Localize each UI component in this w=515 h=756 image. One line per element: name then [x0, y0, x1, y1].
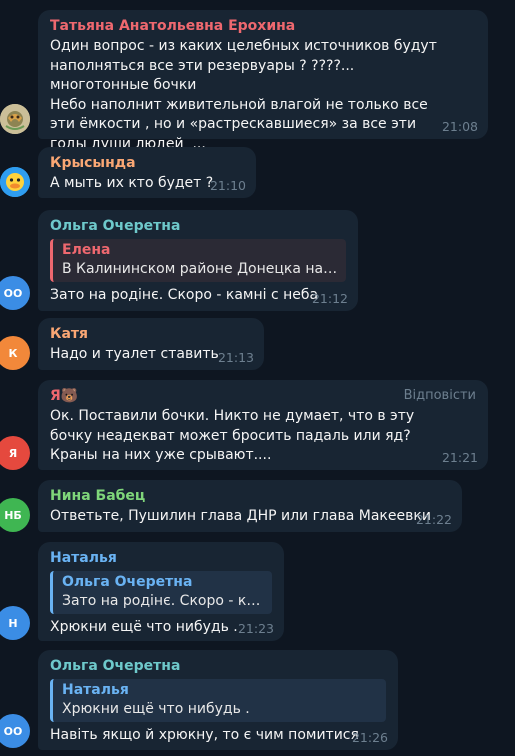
avatar[interactable]: ОО [0, 714, 30, 748]
reply-quote[interactable]: Елена В Калининском районе Донецка на ул… [50, 239, 346, 282]
avatar-photo-icon [0, 104, 30, 134]
message-text: Навіть якщо й хрюкну, то є чим помитися [50, 727, 359, 743]
message-text: Ответьте, Пушилин глава ДНР или глава Ма… [50, 508, 431, 524]
message-bubble[interactable]: Нина Бабец Ответьте, Пушилин глава ДНР и… [38, 480, 462, 532]
message-text: Один вопрос - из каких целебных источник… [50, 38, 437, 152]
message-time: 21:10 [209, 178, 246, 193]
message-bubble[interactable]: Я🐻 Відповісти Ок. Поставили бочки. Никто… [38, 380, 488, 470]
avatar[interactable] [0, 167, 30, 197]
duck-avatar-icon [0, 167, 30, 197]
message-bubble[interactable]: Крысында А мыть их кто будет ? 21:10 [38, 147, 256, 198]
message-time: 21:26 [351, 730, 388, 745]
avatar[interactable]: ОО [0, 276, 30, 310]
sender-name[interactable]: Крысында [50, 154, 244, 173]
message-bubble[interactable]: Ольга Очеретна Елена В Калининском район… [38, 210, 358, 311]
message-bubble[interactable]: Катя Надо и туалет ставить 21:13 [38, 318, 264, 370]
message-time: 21:13 [217, 350, 254, 365]
reply-button[interactable]: Відповісти [404, 388, 476, 403]
message-time: 21:12 [311, 291, 348, 306]
message-bubble[interactable]: Ольга Очеретна Наталья Хрюкни ещё что ни… [38, 650, 398, 750]
message-time: 21:23 [237, 621, 274, 636]
message-bubble[interactable]: Наталья Ольга Очеретна Зато на родінє. С… [38, 542, 284, 641]
reply-quote[interactable]: Ольга Очеретна Зато на родінє. Скоро - к… [50, 571, 272, 614]
sender-name[interactable]: Нина Бабец [50, 487, 450, 506]
reply-quote[interactable]: Наталья Хрюкни ещё что нибудь . [50, 679, 386, 722]
sender-name[interactable]: Катя [50, 325, 252, 344]
message-time: 21:22 [415, 512, 452, 527]
avatar[interactable]: Я [0, 436, 30, 470]
sender-name[interactable]: Татьяна Анатольевна Ерохина [50, 17, 476, 36]
message-bubble[interactable]: Татьяна Анатольевна Ерохина Один вопрос … [38, 10, 488, 152]
avatar[interactable]: Н [0, 606, 30, 640]
avatar[interactable]: НБ [0, 498, 30, 532]
sender-name[interactable]: Наталья [50, 549, 272, 568]
message-time: 21:08 [441, 119, 478, 134]
reply-quote-sender: Ольга Очеретна [62, 574, 193, 590]
message-text: Зато на родінє. Скоро - камні с неба [50, 287, 319, 303]
reply-quote-text: Зато на родінє. Скоро - кам... [62, 593, 264, 609]
reply-quote-text: В Калининском районе Донецка на ул... [62, 261, 338, 277]
avatar[interactable]: К [0, 336, 30, 370]
sender-name[interactable]: Ольга Очеретна [50, 217, 346, 236]
sender-name[interactable]: Ольга Очеретна [50, 657, 386, 676]
message-time: 21:21 [441, 450, 478, 465]
reply-quote-sender: Елена [62, 242, 111, 258]
message-text: Ок. Поставили бочки. Никто не думает, чт… [50, 408, 419, 463]
avatar[interactable] [0, 104, 30, 134]
reply-quote-sender: Наталья [62, 682, 129, 698]
reply-quote-text: Хрюкни ещё что нибудь . [62, 701, 250, 717]
